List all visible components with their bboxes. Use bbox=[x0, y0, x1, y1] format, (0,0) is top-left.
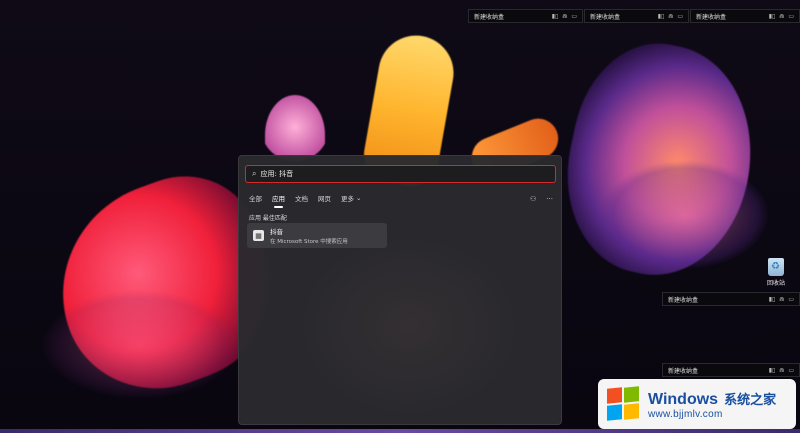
result-subtitle: 在 Microsoft Store 中搜索应用 bbox=[270, 239, 348, 245]
storage-box-widget[interactable]: 新建收纳盒 ▮▯ ⋒ ▭ bbox=[662, 292, 800, 306]
best-match-result[interactable]: ▦ 抖音 在 Microsoft Store 中搜索应用 bbox=[247, 223, 387, 248]
widget-lock-icon[interactable]: ⋒ bbox=[668, 13, 673, 20]
tab-web[interactable]: 网页 bbox=[318, 193, 331, 206]
widget-label: 新建收纳盒 bbox=[668, 296, 699, 304]
widget-menu-icon[interactable]: ▭ bbox=[788, 367, 794, 374]
recycle-bin-shortcut[interactable]: 回收站 bbox=[762, 258, 790, 287]
recycle-bin-icon bbox=[768, 258, 784, 276]
share-icon[interactable]: ⚇ bbox=[530, 195, 536, 203]
wallpaper-purple-glow bbox=[600, 160, 770, 270]
search-filter-tabs: 全部 应用 文档 网页 更多 ⌄ ⚇ ··· bbox=[249, 192, 553, 208]
widget-lock-icon[interactable]: ⋒ bbox=[779, 296, 784, 303]
taskbar-edge bbox=[0, 429, 800, 433]
store-app-icon: ▦ bbox=[253, 230, 264, 241]
watermark-cn: 系统之家 bbox=[724, 392, 777, 408]
windows-logo-icon bbox=[606, 386, 640, 421]
tab-more-label: 更多 bbox=[341, 194, 354, 203]
widget-menu-icon[interactable]: ▭ bbox=[677, 13, 683, 20]
widget-label: 新建收纳盒 bbox=[696, 13, 727, 21]
widget-menu-icon[interactable]: ▭ bbox=[788, 13, 794, 20]
site-watermark: Windows 系统之家 www.bjjmlv.com bbox=[598, 379, 796, 429]
start-search-panel: ⌕ 全部 应用 文档 网页 更多 ⌄ ⚇ ··· 应用 最佳匹配 ▦ 抖音 在 … bbox=[238, 155, 562, 425]
more-options-icon[interactable]: ··· bbox=[546, 195, 553, 203]
widget-label: 新建收纳盒 bbox=[668, 367, 699, 375]
widget-layout-icon[interactable]: ▮▯ bbox=[552, 13, 559, 20]
search-input[interactable] bbox=[260, 170, 549, 178]
widget-label: 新建收纳盒 bbox=[474, 13, 505, 21]
widget-menu-icon[interactable]: ▭ bbox=[571, 13, 577, 20]
wallpaper-glass-shape bbox=[40, 290, 240, 400]
widget-label: 新建收纳盒 bbox=[590, 13, 621, 21]
storage-box-widget[interactable]: 新建收纳盒 ▮▯ ⋒ ▭ bbox=[584, 9, 689, 23]
storage-box-widget[interactable]: 新建收纳盒 ▮▯ ⋒ ▭ bbox=[662, 363, 800, 377]
tab-documents[interactable]: 文档 bbox=[295, 193, 308, 206]
widget-layout-icon[interactable]: ▮▯ bbox=[769, 296, 776, 303]
widget-layout-icon[interactable]: ▮▯ bbox=[769, 367, 776, 374]
widget-layout-icon[interactable]: ▮▯ bbox=[769, 13, 776, 20]
watermark-url: www.bjjmlv.com bbox=[648, 408, 723, 420]
chevron-down-icon: ⌄ bbox=[356, 193, 362, 202]
result-title: 抖音 bbox=[270, 228, 283, 236]
widget-layout-icon[interactable]: ▮▯ bbox=[658, 13, 665, 20]
watermark-brand: Windows bbox=[648, 390, 719, 408]
storage-box-widget[interactable]: 新建收纳盒 ▮▯ ⋒ ▭ bbox=[468, 9, 583, 23]
widget-lock-icon[interactable]: ⋒ bbox=[562, 13, 567, 20]
widget-lock-icon[interactable]: ⋒ bbox=[779, 367, 784, 374]
tab-all[interactable]: 全部 bbox=[249, 193, 262, 206]
widget-menu-icon[interactable]: ▭ bbox=[788, 296, 794, 303]
recycle-bin-label: 回收站 bbox=[766, 280, 785, 287]
tab-more[interactable]: 更多 ⌄ bbox=[341, 193, 361, 206]
search-icon: ⌕ bbox=[252, 169, 257, 178]
tab-apps[interactable]: 应用 bbox=[272, 193, 285, 208]
best-match-heading: 应用 最佳匹配 bbox=[249, 215, 287, 222]
widget-lock-icon[interactable]: ⋒ bbox=[779, 13, 784, 20]
storage-box-widget[interactable]: 新建收纳盒 ▮▯ ⋒ ▭ bbox=[690, 9, 800, 23]
search-box[interactable]: ⌕ bbox=[245, 165, 556, 183]
